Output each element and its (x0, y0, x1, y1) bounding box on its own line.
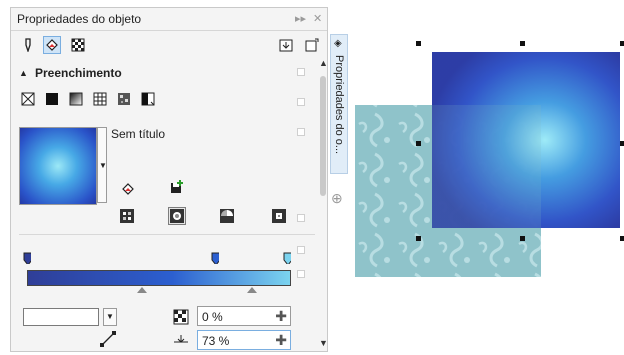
fill-bucket-icon[interactable] (43, 36, 61, 54)
scroll-thumb[interactable] (320, 76, 326, 196)
section-title: Preenchimento (35, 66, 122, 80)
midpoint-slider-handle-2[interactable] (247, 287, 257, 293)
transparency-icon (173, 309, 189, 328)
selection-handle[interactable] (520, 236, 525, 241)
selection-handle[interactable] (416, 141, 421, 146)
scroll-down-icon[interactable]: ▼ (319, 338, 328, 348)
midpoint-field[interactable]: 73 % ✚ (197, 330, 291, 350)
conical-gradient-icon[interactable] (219, 208, 235, 224)
add-docker-icon[interactable]: ⊕ (331, 190, 343, 207)
node-color-picker[interactable] (23, 308, 99, 326)
selection-handle[interactable] (620, 141, 624, 146)
scroll-up-icon[interactable]: ▲ (319, 58, 328, 68)
plus-icon[interactable]: ✚ (275, 332, 287, 349)
selection-handle[interactable] (416, 41, 421, 46)
color-node-start[interactable] (23, 252, 31, 264)
two-color-pattern-icon[interactable] (139, 90, 157, 108)
save-fill-icon[interactable] (169, 179, 185, 195)
vector-pattern-icon[interactable] (91, 90, 109, 108)
close-icon[interactable]: ✕ (313, 12, 322, 25)
node-transparency-field[interactable]: 0 % ✚ (197, 306, 291, 326)
gradient-bar[interactable] (27, 270, 291, 286)
plus-icon[interactable]: ✚ (275, 308, 287, 325)
node-position-icon (99, 330, 117, 351)
docker-side-tab[interactable]: ◈ Propriedades do o... (330, 34, 348, 174)
selection-handle[interactable] (520, 41, 525, 46)
chevron-down-icon: ▼ (99, 161, 107, 170)
options-menu-icon[interactable] (303, 36, 321, 54)
section-option-box[interactable] (297, 214, 305, 222)
docker-title: Propriedades do objeto (17, 12, 142, 26)
object-properties-docker: Propriedades do objeto ▸▸ ✕ ▲ Preenchime… (10, 7, 328, 352)
bitmap-pattern-icon[interactable] (115, 90, 133, 108)
docker-scrollbar[interactable]: ▲ ▼ (319, 56, 328, 351)
midpoint-icon (173, 332, 189, 351)
collapse-section-icon[interactable]: ▲ (19, 68, 28, 78)
node-color-dropdown[interactable]: ▼ (103, 308, 117, 326)
color-node-end[interactable] (283, 252, 291, 264)
section-option-box[interactable] (297, 246, 305, 254)
apply-icon[interactable] (277, 36, 295, 54)
fill-bucket-icon: ◈ (334, 38, 342, 49)
midpoint-value: 73 % (202, 334, 230, 348)
separator (19, 234, 315, 235)
transparency-icon[interactable] (69, 36, 87, 54)
fill-preview-swatch[interactable] (19, 127, 97, 205)
section-option-box[interactable] (297, 128, 305, 136)
chevron-down-icon: ▼ (106, 312, 114, 321)
section-option-box[interactable] (297, 270, 305, 278)
selection-handle[interactable] (416, 236, 421, 241)
elliptical-gradient-icon[interactable] (168, 207, 186, 225)
selection-handle[interactable] (620, 41, 624, 46)
color-node-selected[interactable] (211, 252, 219, 264)
section-option-box[interactable] (297, 98, 305, 106)
collapse-arrows-icon[interactable]: ▸▸ (295, 12, 306, 25)
fill-picker-dropdown[interactable]: ▼ (97, 127, 107, 203)
no-fill-icon[interactable] (19, 90, 37, 108)
node-transparency-value: 0 % (202, 310, 223, 324)
side-tab-label: Propriedades do o... (333, 55, 345, 155)
fountain-fill-icon[interactable] (67, 90, 85, 108)
section-option-box[interactable] (297, 68, 305, 76)
edit-fill-icon[interactable] (121, 181, 137, 197)
pen-outline-icon[interactable] (19, 36, 37, 54)
midpoint-slider-handle[interactable] (137, 287, 147, 293)
selection-handle[interactable] (620, 236, 624, 241)
overlap-region (432, 105, 541, 228)
linear-gradient-icon[interactable] (119, 208, 135, 224)
docker-titlebar: Propriedades do objeto ▸▸ ✕ (11, 8, 327, 31)
rectangular-gradient-icon[interactable] (271, 208, 287, 224)
canvas-drawing[interactable] (355, 30, 624, 290)
fill-name: Sem título (111, 127, 166, 141)
uniform-fill-icon[interactable] (43, 90, 61, 108)
